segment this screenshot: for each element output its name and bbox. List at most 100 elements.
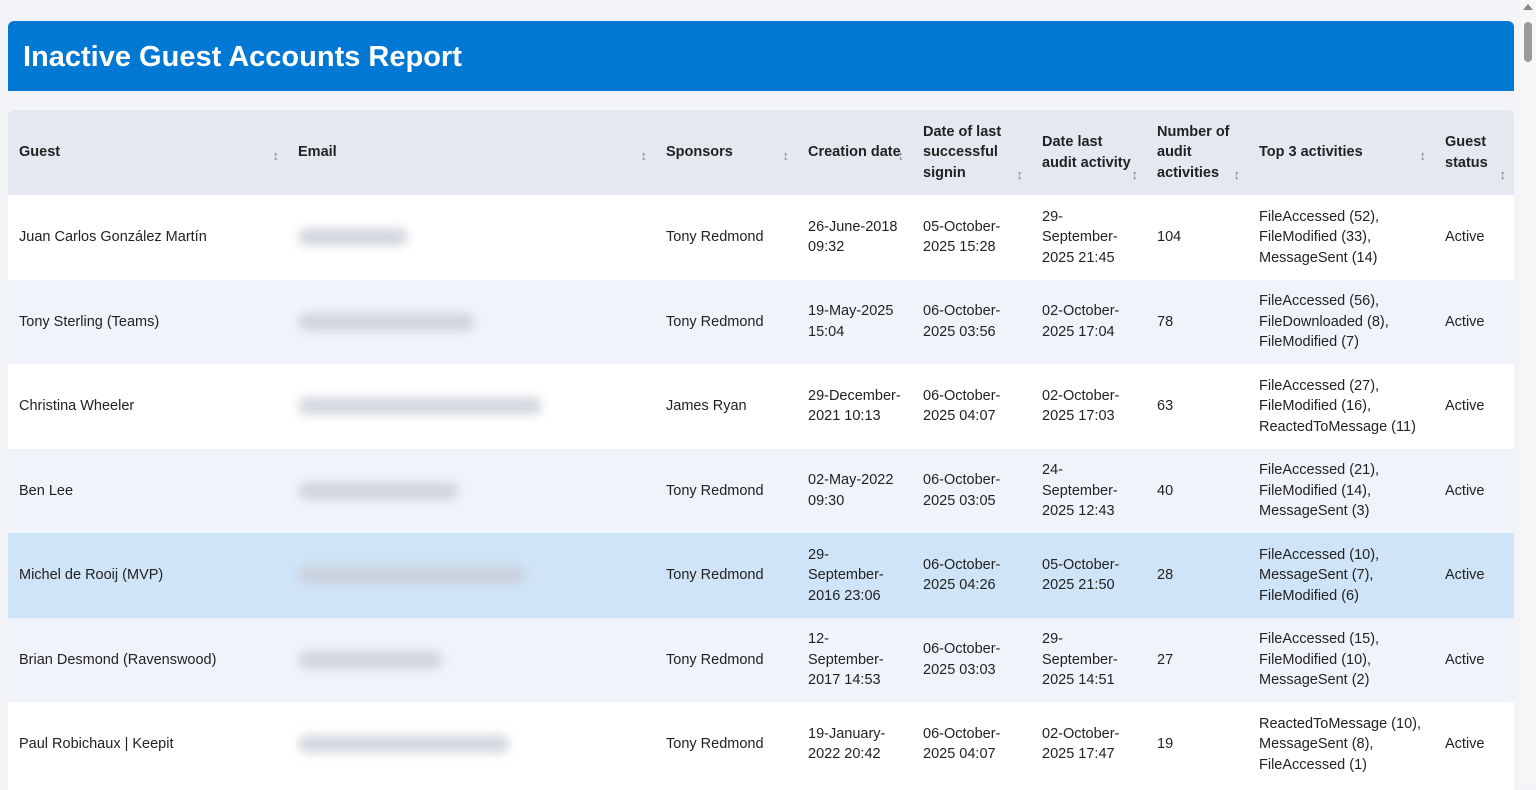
activities-cell: ReactedToMessage (10), MessageSent (8), … [1248, 702, 1434, 787]
table-row[interactable]: Juan Carlos González MartínTony Redmond2… [8, 195, 1514, 280]
signin-cell: 06-October-2025 03:56 [912, 280, 1031, 365]
status-cell: Active [1434, 533, 1514, 618]
status-cell: Active [1434, 280, 1514, 365]
status-cell: Active [1434, 702, 1514, 787]
table-header-row: Guest↕Email↕Sponsors↕Creation date↕Date … [8, 110, 1514, 195]
created-cell: 29-September-2016 23:06 [797, 533, 912, 618]
email-cell-redacted [287, 618, 655, 703]
column-header-top-3-activities[interactable]: Top 3 activities ↕ [1248, 110, 1434, 195]
table-row[interactable]: Brian Desmond (Ravenswood) Tony Redmond12… [8, 618, 1514, 703]
guest-cell: Christina Wheeler [8, 364, 287, 449]
status-cell: Active [1434, 195, 1514, 280]
sort-icon[interactable]: ↕ [1500, 165, 1507, 186]
redacted-email [298, 735, 510, 753]
redacted-email [298, 313, 475, 331]
activities-cell: FileAccessed (27), FileModified (16), Re… [1248, 364, 1434, 449]
status-cell: Active [1434, 449, 1514, 534]
guest-cell: Brian Desmond (Ravenswood) [8, 618, 287, 703]
report-header: Inactive Guest Accounts Report [8, 21, 1514, 91]
table-row[interactable]: Tony Sterling (Teams) Tony Redmond19-May-… [8, 280, 1514, 365]
column-label: Guest [19, 144, 60, 160]
signin-cell: 06-October-2025 03:05 [912, 449, 1031, 534]
sponsor-cell: Tony Redmond [655, 618, 797, 703]
scroll-up-arrow-icon[interactable] [1523, 4, 1533, 10]
guest-accounts-table: Guest↕Email↕Sponsors↕Creation date↕Date … [8, 110, 1514, 790]
audit-cell: 29-September-2025 21:45 [1031, 195, 1146, 280]
created-cell: 19-May-2025 15:04 [797, 280, 912, 365]
guest-cell: Michel de Rooij (MVP) [8, 533, 287, 618]
count-cell: 78 [1146, 280, 1248, 365]
sponsor-cell: Tony Redmond [655, 280, 797, 365]
count-cell: 27 [1146, 618, 1248, 703]
sponsor-cell: James Ryan [655, 364, 797, 449]
signin-cell: 06-October-2025 04:07 [912, 364, 1031, 449]
column-label: Top 3 activities [1259, 144, 1363, 160]
created-cell: 19-January-2022 20:42 [797, 702, 912, 787]
table-row[interactable]: Paul Robichaux | Keepit Tony Redmond19-Ja… [8, 702, 1514, 787]
status-cell: Active [1434, 364, 1514, 449]
email-cell-redacted [287, 364, 655, 449]
column-header-date-of-last-successful-signin[interactable]: Date of last successful signin ↕ [912, 110, 1031, 195]
created-cell: 02-May-2022 09:30 [797, 449, 912, 534]
sort-icon[interactable]: ↕ [1234, 165, 1241, 186]
sort-icon[interactable]: ↕ [1132, 165, 1139, 186]
column-header-date-last-audit-activity[interactable]: Date last audit activity↕ [1031, 110, 1146, 195]
redacted-email [298, 228, 408, 246]
email-cell-redacted [287, 702, 655, 787]
column-header-creation-date[interactable]: Creation date↕ [797, 110, 912, 195]
table-row[interactable]: Michel de Rooij (MVP)Tony Redmond29-Sept… [8, 533, 1514, 618]
sort-icon[interactable]: ↕ [1420, 146, 1427, 167]
table-row[interactable]: Christina Wheeler James Ryan29-December-2… [8, 364, 1514, 449]
signin-cell: 06-October-2025 04:26 [912, 533, 1031, 618]
guest-cell: Paul Robichaux | Keepit [8, 702, 287, 787]
vertical-scrollbar[interactable] [1520, 0, 1536, 783]
email-cell-redacted [287, 280, 655, 365]
audit-cell: 05-October-2025 21:50 [1031, 533, 1146, 618]
page-title: Inactive Guest Accounts Report [8, 21, 1514, 93]
signin-cell: 06-October-2025 03:03 [912, 618, 1031, 703]
table-row[interactable]: Ben Lee Tony Redmond02-May-2022 09:3006-O… [8, 449, 1514, 534]
sort-icon[interactable]: ↕ [783, 146, 790, 167]
redacted-email [298, 651, 443, 669]
redacted-email [298, 482, 459, 500]
email-cell-redacted [287, 195, 655, 280]
column-label: Sponsors [666, 144, 733, 160]
created-cell: 29-December-2021 10:13 [797, 364, 912, 449]
count-cell: 40 [1146, 449, 1248, 534]
audit-cell: 29-September-2025 14:51 [1031, 618, 1146, 703]
sponsor-cell: Tony Redmond [655, 702, 797, 787]
redacted-email [298, 566, 526, 584]
audit-cell: 02-October-2025 17:03 [1031, 364, 1146, 449]
sort-icon[interactable]: ↕ [273, 146, 280, 167]
count-cell: 104 [1146, 195, 1248, 280]
sort-icon[interactable]: ↕ [641, 146, 648, 167]
scrollbar-thumb[interactable] [1524, 22, 1532, 62]
sort-icon[interactable]: ↕ [1017, 165, 1024, 186]
status-cell: Active [1434, 618, 1514, 703]
column-label: Email [298, 144, 337, 160]
sponsor-cell: Tony Redmond [655, 449, 797, 534]
email-cell-redacted [287, 533, 655, 618]
column-label: Date of last successful signin [923, 124, 1001, 181]
activities-cell: FileAccessed (56), FileDownloaded (8), F… [1248, 280, 1434, 365]
column-header-number-of-audit-activities[interactable]: Number of audit activities↕ [1146, 110, 1248, 195]
activities-cell: FileAccessed (10), MessageSent (7), File… [1248, 533, 1434, 618]
column-header-email[interactable]: Email ↕ [287, 110, 655, 195]
redacted-email [298, 397, 542, 415]
email-cell-redacted [287, 449, 655, 534]
signin-cell: 06-October-2025 04:07 [912, 702, 1031, 787]
signin-cell: 05-October-2025 15:28 [912, 195, 1031, 280]
column-header-guest[interactable]: Guest ↕ [8, 110, 287, 195]
guest-cell: Tony Sterling (Teams) [8, 280, 287, 365]
sort-icon[interactable]: ↕ [898, 146, 905, 167]
count-cell: 19 [1146, 702, 1248, 787]
sponsor-cell: Tony Redmond [655, 195, 797, 280]
column-header-sponsors[interactable]: Sponsors ↕ [655, 110, 797, 195]
count-cell: 63 [1146, 364, 1248, 449]
created-cell: 12-September-2017 14:53 [797, 618, 912, 703]
created-cell: 26-June-2018 09:32 [797, 195, 912, 280]
guest-cell: Ben Lee [8, 449, 287, 534]
count-cell: 28 [1146, 533, 1248, 618]
column-header-guest-status[interactable]: Guest status↕ [1434, 110, 1514, 195]
audit-cell: 24-September-2025 12:43 [1031, 449, 1146, 534]
